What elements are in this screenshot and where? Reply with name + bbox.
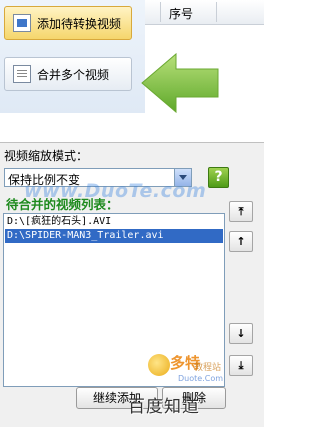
logo-url-text: Duote.Com [178,374,223,383]
move-bottom-button[interactable]: ⤓ [229,355,253,376]
duote-logo: 多特 教程站 Duote.Com [148,352,228,386]
green-left-arrow-icon [141,52,219,114]
scale-mode-label: 视频缩放模式： [4,149,89,163]
top-panel: 添加待转换视频 合并多个视频 序号 [0,0,264,114]
merge-videos-button[interactable]: 合并多个视频 [4,57,132,91]
move-down-button[interactable]: ↓ [229,323,253,344]
grid-header: 序号 [145,0,264,25]
site-watermark: www.DuoTe.com [24,180,207,202]
logo-emblem-icon [148,354,170,376]
add-video-button[interactable]: 添加待转换视频 [4,6,132,40]
header-divider [216,2,217,22]
logo-sub-text: 教程站 [194,363,222,373]
list-item-selected[interactable]: D:\SPIDER-MAN3_Trailer.avi [5,229,223,243]
brand-watermark: 百度知道 [128,397,200,417]
merge-videos-label: 合并多个视频 [37,67,110,82]
add-video-label: 添加待转换视频 [37,16,122,31]
move-up-button[interactable]: ↑ [229,231,253,252]
film-icon [13,14,31,32]
help-button[interactable]: ? [208,167,229,188]
move-top-button[interactable]: ⤒ [229,201,253,222]
document-icon [13,65,31,83]
column-header-index[interactable]: 序号 [169,5,193,22]
separator-gap [0,113,264,142]
header-divider [160,2,161,22]
list-item[interactable]: D:\[疯狂的石头].AVI [5,215,223,229]
action-column: 添加待转换视频 合并多个视频 [0,0,145,113]
